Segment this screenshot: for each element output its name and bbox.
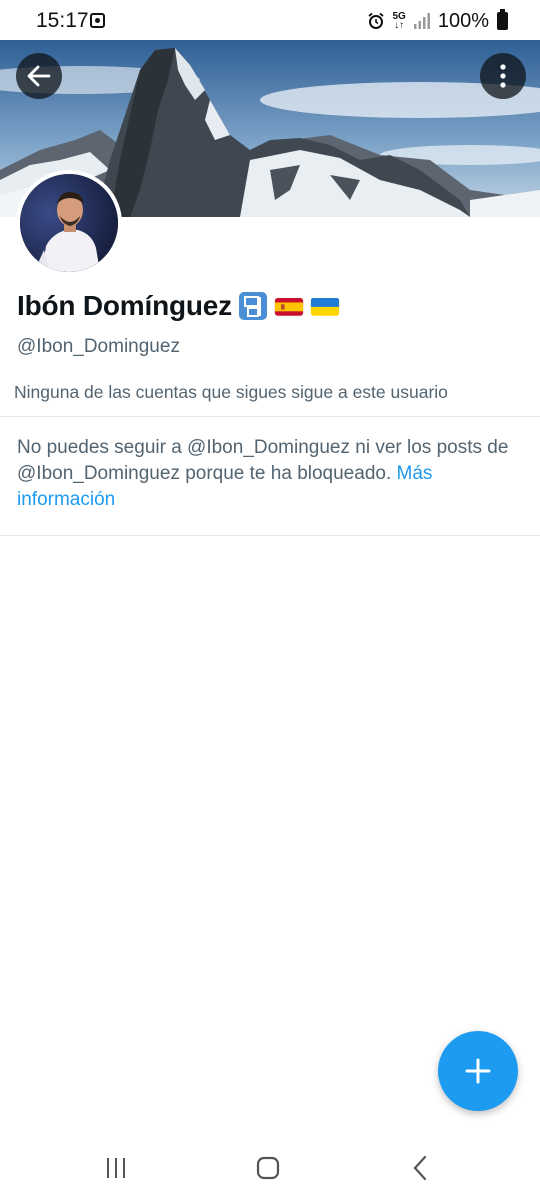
arrow-left-icon [27,65,51,87]
back-button[interactable] [16,53,62,99]
alarm-icon [367,12,384,29]
battery-icon [497,9,508,30]
more-options-button[interactable] [480,53,526,99]
more-vertical-icon [500,64,506,88]
status-time: 15:17 [36,9,89,32]
avatar-image [20,174,118,272]
recents-button[interactable] [96,1153,136,1183]
blocked-message-text: No puedes seguir a @Ibon_Dominguez ni ve… [17,437,509,484]
compose-button[interactable] [438,1031,518,1111]
signal-icon [413,13,430,29]
notification-icon [90,13,105,28]
divider [0,416,540,417]
chevron-left-icon [413,1155,427,1181]
spain-flag-icon [274,298,304,316]
status-indicators: 5G ↓↑ 100% [367,8,508,34]
system-back-button[interactable] [400,1153,440,1183]
divider [0,535,540,536]
followers-you-know-note: Ninguna de las cuentas que sigues sigue … [14,382,448,402]
home-button[interactable] [248,1153,288,1183]
transit-booth-icon [238,292,267,320]
plus-icon [465,1058,491,1084]
profile-name: Ibón Domínguez [17,290,232,321]
profile-handle: @Ibon_Dominguez [17,336,180,357]
battery-percent: 100% [437,9,489,32]
network-label: 5G [392,11,406,22]
ukraine-flag-icon [310,298,340,316]
profile-name-row: Ibón Domínguez [17,290,340,322]
recents-icon [107,1158,125,1178]
status-bar: 15:17 5G ↓↑ 100% [0,0,540,40]
system-nav-bar [0,1135,540,1200]
home-icon [256,1156,280,1180]
blocked-message: No puedes seguir a @Ibon_Dominguez ni ve… [17,435,527,513]
network-type: 5G ↓↑ [392,11,406,31]
avatar[interactable] [16,170,122,276]
